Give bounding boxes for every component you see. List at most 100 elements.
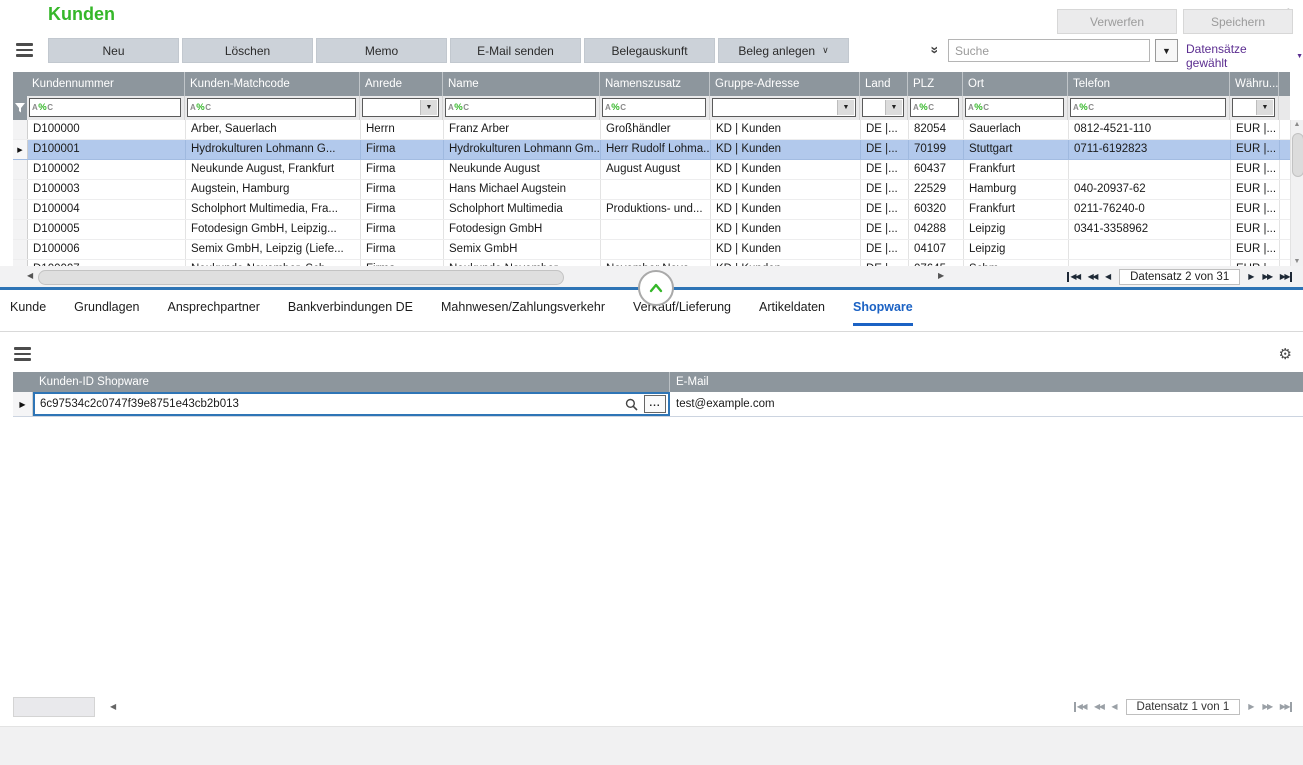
filter-input[interactable]: ▼ xyxy=(712,98,856,117)
filter-cell-kundennummer[interactable]: A%C xyxy=(27,96,185,120)
column-header-anrede[interactable]: Anrede xyxy=(360,72,443,96)
filter-input[interactable]: A%C xyxy=(445,98,596,117)
filter-input[interactable]: ▼ xyxy=(862,98,904,117)
dropdown-icon[interactable]: ▼ xyxy=(837,100,854,115)
toolbar-button-e-mail-senden[interactable]: E-Mail senden xyxy=(450,38,581,63)
column-header-telefon[interactable]: Telefon xyxy=(1068,72,1230,96)
scroll-left-icon[interactable]: ◀ xyxy=(110,702,116,711)
toolbar-button-l-schen[interactable]: Löschen xyxy=(182,38,313,63)
filter-input[interactable]: A%C xyxy=(29,98,181,117)
column-header-email[interactable]: E-Mail xyxy=(670,372,1303,392)
table-row[interactable]: D100000Arber, SauerlachHerrnFranz ArberG… xyxy=(13,120,1290,140)
column-header-kundennummer[interactable]: Kundennummer xyxy=(27,72,185,96)
fast-next-record-button[interactable]: ▶▶ xyxy=(1262,702,1271,712)
table-row[interactable]: D100003Augstein, HamburgFirmaHans Michae… xyxy=(13,180,1290,200)
filter-input[interactable]: A%C xyxy=(1070,98,1226,117)
table-row[interactable]: D100004Scholphort Multimedia, Fra...Firm… xyxy=(13,200,1290,220)
toolbar-button-beleg-anlegen-dropdown[interactable]: Beleg anlegen∨ xyxy=(718,38,849,63)
lookup-search-icon[interactable] xyxy=(618,398,644,411)
fast-next-record-button[interactable]: ▶▶ xyxy=(1262,272,1271,282)
collapse-detail-panel-button[interactable] xyxy=(638,270,674,306)
tab-mahnwesen-zahlungsverkehr[interactable]: Mahnwesen/Zahlungsverkehr xyxy=(441,300,605,326)
tab-artikeldaten[interactable]: Artikeldaten xyxy=(759,300,825,326)
ellipsis-browse-button[interactable]: ... xyxy=(644,395,666,413)
column-header-clipped xyxy=(1279,72,1290,96)
gear-icon[interactable]: ⚙ xyxy=(1279,345,1292,363)
horizontal-scroll-thumb[interactable] xyxy=(38,270,564,285)
next-record-button[interactable]: ▶ xyxy=(1248,272,1254,282)
shopware-grid-row[interactable]: ▶ 6c97534c2c0747f39e8751e43cb2b013 ... t… xyxy=(13,392,1303,417)
tab-ansprechpartner[interactable]: Ansprechpartner xyxy=(167,300,259,326)
filter-input[interactable]: ▼ xyxy=(362,98,439,117)
tab-bankverbindungen-de[interactable]: Bankverbindungen DE xyxy=(288,300,413,326)
discard-button[interactable]: Verwerfen xyxy=(1057,9,1177,34)
fast-prev-record-button[interactable]: ◀◀ xyxy=(1088,272,1097,282)
prev-record-button[interactable]: ◀ xyxy=(1111,702,1117,712)
vertical-scroll-thumb[interactable] xyxy=(1292,133,1303,177)
search-filter-dropdown-button[interactable]: ▼ xyxy=(1155,39,1178,62)
toolbar-button-belegauskunft[interactable]: Belegauskunft xyxy=(584,38,715,63)
vertical-scrollbar[interactable]: ▲ ▼ xyxy=(1290,120,1303,266)
kunden-id-cell[interactable]: 6c97534c2c0747f39e8751e43cb2b013 ... xyxy=(33,392,670,416)
column-header-w-hru-[interactable]: Währu... xyxy=(1230,72,1279,96)
column-header-name[interactable]: Name xyxy=(443,72,600,96)
table-row[interactable]: D100006Semix GmbH, Leipzig (Liefe...Firm… xyxy=(13,240,1290,260)
filter-input[interactable]: A%C xyxy=(910,98,959,117)
column-header-namenszusatz[interactable]: Namenszusatz xyxy=(600,72,710,96)
filter-input[interactable]: A%C xyxy=(187,98,356,117)
filter-cell-gruppe-adresse[interactable]: ▼ xyxy=(710,96,860,120)
first-record-button[interactable]: ◀◀ xyxy=(1074,702,1086,712)
next-record-button[interactable]: ▶ xyxy=(1248,702,1254,712)
collapse-ribbon-icon[interactable]: « xyxy=(925,46,941,54)
filter-input[interactable]: A%C xyxy=(602,98,706,117)
detail-menu-hamburger-icon[interactable] xyxy=(14,347,31,364)
dropdown-icon[interactable]: ▼ xyxy=(1256,100,1273,115)
filter-funnel-icon[interactable] xyxy=(13,96,27,120)
email-cell[interactable]: test@example.com xyxy=(670,392,1303,416)
column-header-plz[interactable]: PLZ xyxy=(908,72,963,96)
scroll-down-icon[interactable]: ▼ xyxy=(1291,258,1303,265)
table-row[interactable]: D100005Fotodesign GmbH, Leipzig...FirmaF… xyxy=(13,220,1290,240)
scroll-right-icon[interactable]: ▶ xyxy=(938,271,944,280)
scroll-left-icon[interactable]: ◀ xyxy=(27,271,33,280)
filter-cell-namenszusatz[interactable]: A%C xyxy=(600,96,710,120)
filter-cell-ort[interactable]: A%C xyxy=(963,96,1068,120)
filter-cell-anrede[interactable]: ▼ xyxy=(360,96,443,120)
toolbar-button-neu[interactable]: Neu xyxy=(48,38,179,63)
search-input[interactable] xyxy=(948,39,1150,62)
tab-grundlagen[interactable]: Grundlagen xyxy=(74,300,139,326)
first-record-button[interactable]: ◀◀ xyxy=(1067,272,1079,282)
dropdown-icon[interactable]: ▼ xyxy=(420,100,437,115)
column-header-kunden-matchcode[interactable]: Kunden-Matchcode xyxy=(185,72,360,96)
last-record-button[interactable]: ▶▶ xyxy=(1280,272,1292,282)
scroll-up-icon[interactable]: ▲ xyxy=(1291,121,1303,128)
save-button[interactable]: Speichern xyxy=(1183,9,1293,34)
filter-cell-land[interactable]: ▼ xyxy=(860,96,908,120)
fast-prev-record-button[interactable]: ◀◀ xyxy=(1094,702,1103,712)
filter-input[interactable]: ▼ xyxy=(1232,98,1275,117)
table-row[interactable]: ▶D100001Hydrokulturen Lohmann G...FirmaH… xyxy=(13,140,1290,160)
column-header-land[interactable]: Land xyxy=(860,72,908,96)
filter-cell-name[interactable]: A%C xyxy=(443,96,600,120)
kunden-id-value[interactable]: 6c97534c2c0747f39e8751e43cb2b013 xyxy=(35,398,618,410)
tab-shopware[interactable]: Shopware xyxy=(853,300,913,326)
column-header-ort[interactable]: Ort xyxy=(963,72,1068,96)
menu-hamburger-icon[interactable] xyxy=(16,43,33,60)
dropdown-icon[interactable]: ▼ xyxy=(885,100,902,115)
cell: Firma xyxy=(361,180,444,199)
filter-cell-kunden-matchcode[interactable]: A%C xyxy=(185,96,360,120)
column-header-kunden-id[interactable]: Kunden-ID Shopware xyxy=(33,372,670,392)
filter-cell-telefon[interactable]: A%C xyxy=(1068,96,1230,120)
tab-kunde[interactable]: Kunde xyxy=(10,300,46,326)
cell: 04107 xyxy=(909,240,964,259)
prev-record-button[interactable]: ◀ xyxy=(1105,272,1111,282)
filter-cell-w-hru-[interactable]: ▼ xyxy=(1230,96,1279,120)
filter-input[interactable]: A%C xyxy=(965,98,1064,117)
column-header-gruppe-adresse[interactable]: Gruppe-Adresse xyxy=(710,72,860,96)
cell xyxy=(1069,240,1231,259)
last-record-button[interactable]: ▶▶ xyxy=(1280,702,1292,712)
records-selected-dropdown[interactable]: Datensätze gewählt ▼ xyxy=(1186,42,1303,70)
toolbar-button-memo[interactable]: Memo xyxy=(316,38,447,63)
table-row[interactable]: D100002Neukunde August, FrankfurtFirmaNe… xyxy=(13,160,1290,180)
filter-cell-plz[interactable]: A%C xyxy=(908,96,963,120)
